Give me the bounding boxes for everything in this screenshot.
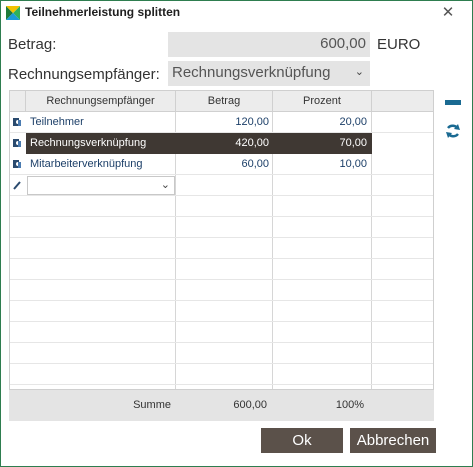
window-title: Teilnehmerleistung splitten <box>25 5 181 19</box>
empty-row <box>10 364 433 385</box>
cell-recipient: Mitarbeiterverknüpfung <box>30 158 143 170</box>
ok-button[interactable]: Ok <box>261 428 343 453</box>
minus-icon[interactable] <box>445 95 461 111</box>
empty-row <box>10 238 433 259</box>
currency-label: EURO <box>377 36 421 53</box>
column-header-amount[interactable]: Betrag <box>176 91 273 112</box>
summary-label: Summe <box>133 399 171 411</box>
summary-percent: 100% <box>335 399 364 411</box>
cancel-button[interactable]: Abbrechen <box>350 428 436 453</box>
cell-amount: 60,00 <box>241 158 269 170</box>
column-header-recipient[interactable]: Rechnungsempfänger <box>26 91 176 112</box>
cell-percent: 20,00 <box>339 116 367 128</box>
dialog-window: Teilnehmerleistung splitten ✕ Betrag: 60… <box>0 0 473 467</box>
cell-percent: 10,00 <box>339 158 367 170</box>
table-row[interactable]: Mitarbeiterverknüpfung 60,00 10,00 <box>10 154 433 175</box>
amount-field: 600,00 <box>168 32 370 57</box>
summary-amount: 600,00 <box>233 399 267 411</box>
cell-amount: 120,00 <box>235 116 269 128</box>
empty-row <box>10 196 433 217</box>
pencil-icon <box>13 181 21 190</box>
cell-percent: 70,00 <box>339 137 367 149</box>
empty-row <box>10 322 433 343</box>
empty-row <box>10 280 433 301</box>
empty-row <box>10 217 433 238</box>
header-icon-column <box>10 91 26 112</box>
person-card-icon <box>13 160 21 168</box>
grid-header: Rechnungsempfänger Betrag Prozent <box>10 91 433 112</box>
summary-bar: Summe 600,00 100% <box>9 390 434 421</box>
title-bar: Teilnehmerleistung splitten ✕ <box>1 1 472 25</box>
empty-row <box>10 343 433 364</box>
chevron-down-icon: ⌄ <box>160 179 170 191</box>
empty-row <box>10 301 433 322</box>
cell-recipient: Teilnehmer <box>30 116 84 128</box>
amount-label: Betrag: <box>8 36 57 53</box>
recipient-label: Rechnungsempfänger: <box>8 66 160 83</box>
chevron-down-icon: ⌄ <box>354 66 364 78</box>
person-card-icon <box>13 139 21 147</box>
recipient-select-value: Rechnungsverknüpfung <box>172 64 331 81</box>
close-icon[interactable]: ✕ <box>438 3 458 23</box>
new-recipient-select[interactable]: ⌄ <box>27 176 175 195</box>
column-header-percent[interactable]: Prozent <box>273 91 372 112</box>
refresh-icon[interactable] <box>445 123 461 139</box>
table-row-selected[interactable]: Rechnungsverknüpfung 420,00 70,00 <box>10 133 433 154</box>
new-entry-row[interactable]: ⌄ <box>10 175 433 196</box>
person-card-icon <box>13 118 21 126</box>
app-logo-icon <box>6 6 20 20</box>
cell-recipient: Rechnungsverknüpfung <box>30 137 147 149</box>
table-row[interactable]: Teilnehmer 120,00 20,00 <box>10 112 433 133</box>
split-grid: Rechnungsempfänger Betrag Prozent Teilne… <box>9 90 434 390</box>
recipient-select[interactable]: Rechnungsverknüpfung ⌄ <box>168 61 370 86</box>
cell-amount: 420,00 <box>235 137 269 149</box>
empty-row <box>10 259 433 280</box>
